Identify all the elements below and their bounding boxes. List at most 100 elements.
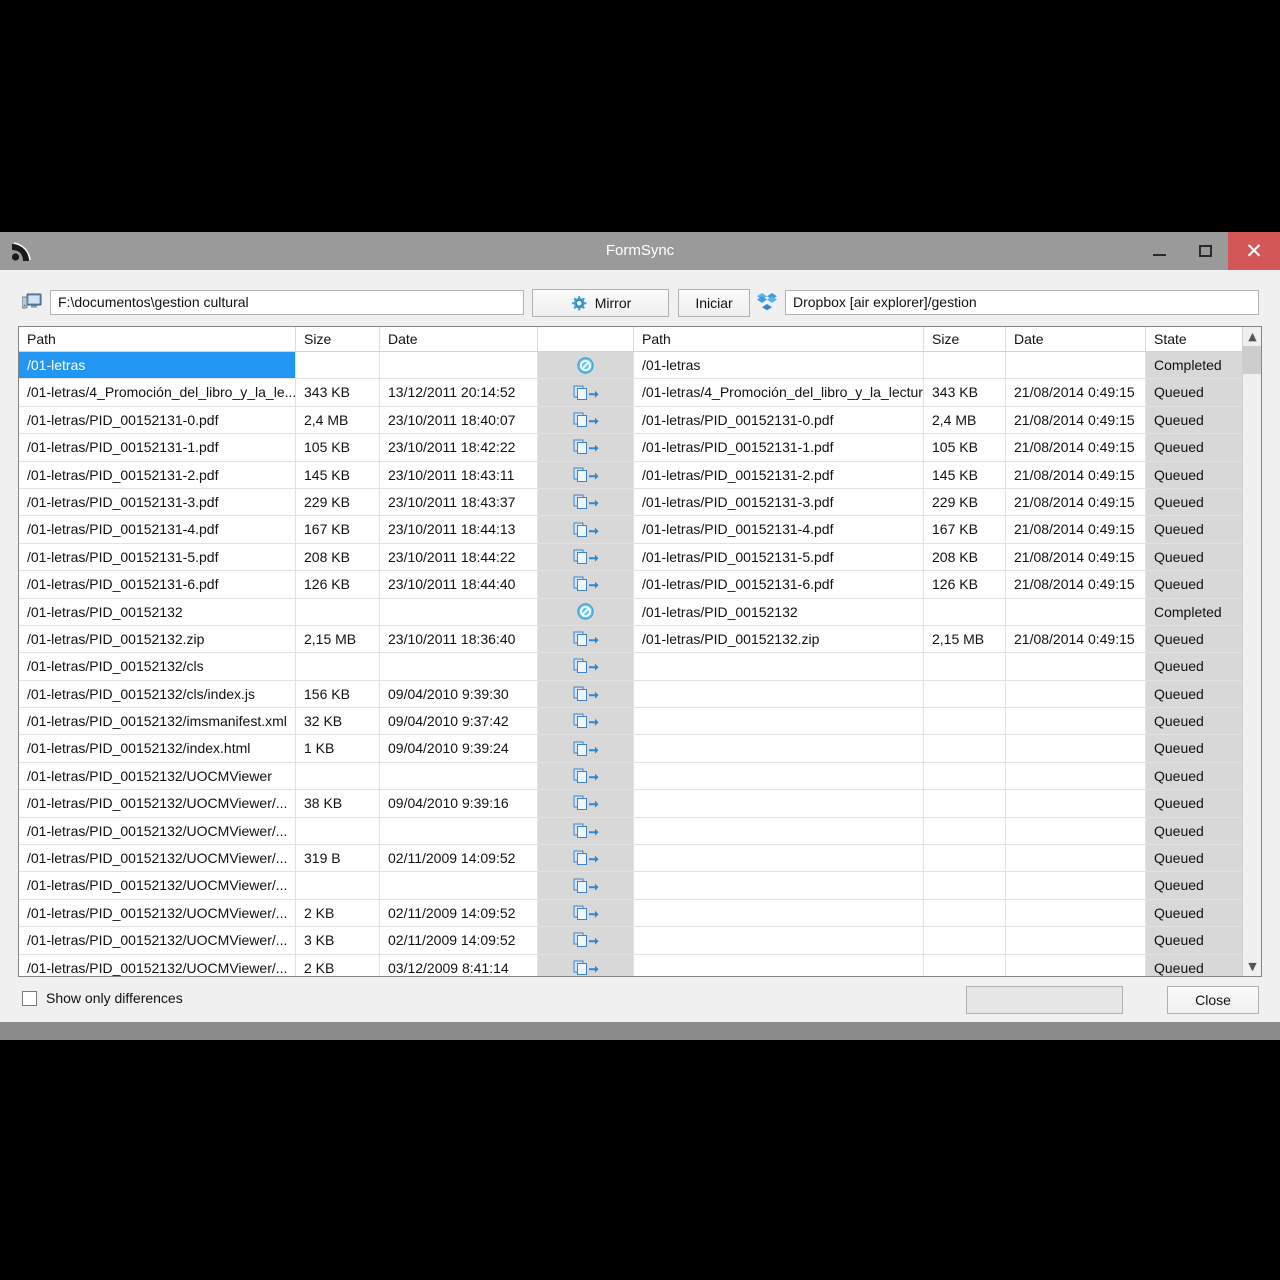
table-row[interactable]: /01-letras/PID_00152132/imsmanifest.xml 3… [19,708,1244,736]
table-row[interactable]: /01-letras/PID_00152132/UOCMViewer/... Qu… [19,872,1244,900]
copy-arrow-icon[interactable] [538,379,634,406]
cell-left-size: 2,4 MB [296,406,380,434]
table-row[interactable]: /01-letras/PID_00152131-6.pdf 126 KB 23/10… [19,571,1244,599]
cell-left-path: /01-letras/PID_00152132 [19,598,296,625]
cell-right-path: /01-letras/PID_00152132.zip [634,625,924,653]
column-header-left-size[interactable]: Size [296,327,380,351]
close-button[interactable]: Close [1167,986,1259,1014]
cell-left-path: /01-letras/PID_00152131-2.pdf [19,461,296,488]
column-header-action[interactable] [538,327,634,351]
copy-arrow-icon[interactable] [538,817,634,845]
no-entry-icon[interactable] [538,352,634,379]
copy-arrow-icon[interactable] [538,954,634,976]
cell-right-path [634,872,924,899]
cell-state: Queued [1146,845,1244,872]
table-row[interactable]: /01-letras/PID_00152132/index.html 1 KB 09… [19,735,1244,763]
maximize-button[interactable] [1182,232,1228,270]
column-header-right-path[interactable]: Path [634,327,924,351]
comparison-panel: Path Size Date Path Size Date State /01-… [18,326,1262,977]
iniciar-button-label: Iniciar [695,295,733,311]
dropbox-icon [757,292,777,311]
cell-state: Queued [1146,708,1244,735]
copy-arrow-icon[interactable] [538,653,634,680]
copy-arrow-icon[interactable] [538,543,634,571]
cell-state: Queued [1146,406,1244,434]
column-header-left-date[interactable]: Date [380,327,538,351]
copy-arrow-icon[interactable] [538,488,634,516]
copy-arrow-icon[interactable] [538,625,634,653]
cell-right-date: 21/08/2014 0:49:15 [1006,434,1146,461]
minimize-button[interactable] [1136,232,1182,270]
copy-arrow-icon[interactable] [538,708,634,735]
cell-right-date [1006,817,1146,845]
footer-bar: Show only differences Close [0,982,1280,1022]
copy-arrow-icon[interactable] [538,461,634,488]
cell-right-path: /01-letras/PID_00152131-2.pdf [634,461,924,488]
table-row[interactable]: /01-letras/PID_00152131-5.pdf 208 KB 23/10… [19,543,1244,572]
cell-right-date [1006,790,1146,817]
cell-right-size [924,680,1006,708]
table-row[interactable]: /01-letras/PID_00152132/UOCMViewer/... 2 … [19,899,1244,928]
close-window-button[interactable]: ✕ [1228,232,1280,270]
cell-state: Queued [1146,571,1244,598]
table-row[interactable]: /01-letras/PID_00152132/cls Queued [19,653,1244,681]
table-row[interactable]: /01-letras/PID_00152132/UOCMViewer/... 3 … [19,927,1244,955]
cell-left-date: 23/10/2011 18:40:07 [380,406,538,434]
table-row[interactable]: /01-letras/4_Promoción_del_libro_y_la_le… [19,379,1244,407]
no-entry-icon[interactable] [538,598,634,625]
table-row[interactable]: /01-letras/PID_00152132.zip 2,15 MB 23/10/… [19,625,1244,654]
vertical-scrollbar[interactable]: ▲ ▼ [1242,327,1261,976]
show-only-differences-checkbox[interactable]: Show only differences [22,990,183,1006]
cell-left-date: 02/11/2009 14:09:52 [380,927,538,954]
copy-arrow-icon[interactable] [538,434,634,461]
cell-left-path: /01-letras/PID_00152131-0.pdf [19,406,296,434]
mirror-button[interactable]: Mirror [532,289,669,317]
scroll-down-button[interactable]: ▼ [1243,957,1261,976]
table-row[interactable]: /01-letras/PID_00152131-2.pdf 145 KB 23/10… [19,461,1244,489]
table-row[interactable]: /01-letras/01-letras Completed [19,352,1244,380]
cell-left-path: /01-letras/PID_00152132/UOCMViewer [19,762,296,790]
table-row[interactable]: /01-letras/PID_00152132/UOCMViewer/... 31… [19,845,1244,873]
window-controls: ✕ [1136,232,1280,270]
cell-right-size: 105 KB [924,434,1006,461]
table-row[interactable]: /01-letras/PID_00152132/UOCMViewer/... Qu… [19,817,1244,846]
scroll-up-button[interactable]: ▲ [1243,327,1261,346]
cell-left-date: 02/11/2009 14:09:52 [380,845,538,872]
table-row[interactable]: /01-letras/PID_00152131-4.pdf 167 KB 23/10… [19,516,1244,544]
table-row[interactable]: /01-letras/PID_00152131-0.pdf 2,4 MB 23/10… [19,406,1244,435]
copy-arrow-icon[interactable] [538,516,634,543]
cell-state: Queued [1146,680,1244,708]
table-row[interactable]: /01-letras/PID_00152132/cls/index.js 156 … [19,680,1244,709]
cell-right-size [924,927,1006,954]
column-header-left-path[interactable]: Path [19,327,296,351]
cell-right-size [924,708,1006,735]
copy-arrow-icon[interactable] [538,927,634,954]
copy-arrow-icon[interactable] [538,406,634,434]
table-row[interactable]: /01-letras/PID_00152132/UOCMViewer/... 2 … [19,954,1244,976]
copy-arrow-icon[interactable] [538,872,634,899]
table-row[interactable]: /01-letras/PID_00152131-1.pdf 105 KB 23/10… [19,434,1244,462]
copy-arrow-icon[interactable] [538,680,634,708]
column-header-right-size[interactable]: Size [924,327,1006,351]
copy-arrow-icon[interactable] [538,571,634,598]
iniciar-button[interactable]: Iniciar [678,289,750,317]
scrollbar-thumb[interactable] [1243,346,1261,374]
source-path-input[interactable]: F:\documentos\gestion cultural [50,290,524,315]
table-row[interactable]: /01-letras/PID_00152132/01-letras/PID_00… [19,598,1244,626]
column-header-state[interactable]: State [1146,327,1244,351]
copy-arrow-icon[interactable] [538,845,634,872]
copy-arrow-icon[interactable] [538,762,634,790]
column-header-right-date[interactable]: Date [1006,327,1146,351]
cell-state: Queued [1146,461,1244,488]
table-row[interactable]: /01-letras/PID_00152132/UOCMViewer Queued [19,762,1244,791]
cell-right-date: 21/08/2014 0:49:15 [1006,543,1146,571]
cell-state: Completed [1146,598,1244,625]
cell-left-date [380,817,538,845]
table-row[interactable]: /01-letras/PID_00152131-3.pdf 229 KB 23/10… [19,488,1244,517]
copy-arrow-icon[interactable] [538,899,634,927]
table-row[interactable]: /01-letras/PID_00152132/UOCMViewer/... 38… [19,790,1244,818]
copy-arrow-icon[interactable] [538,735,634,762]
copy-arrow-icon[interactable] [538,790,634,817]
cell-left-size: 32 KB [296,708,380,735]
destination-path-input[interactable]: Dropbox [air explorer]/gestion [785,290,1259,315]
